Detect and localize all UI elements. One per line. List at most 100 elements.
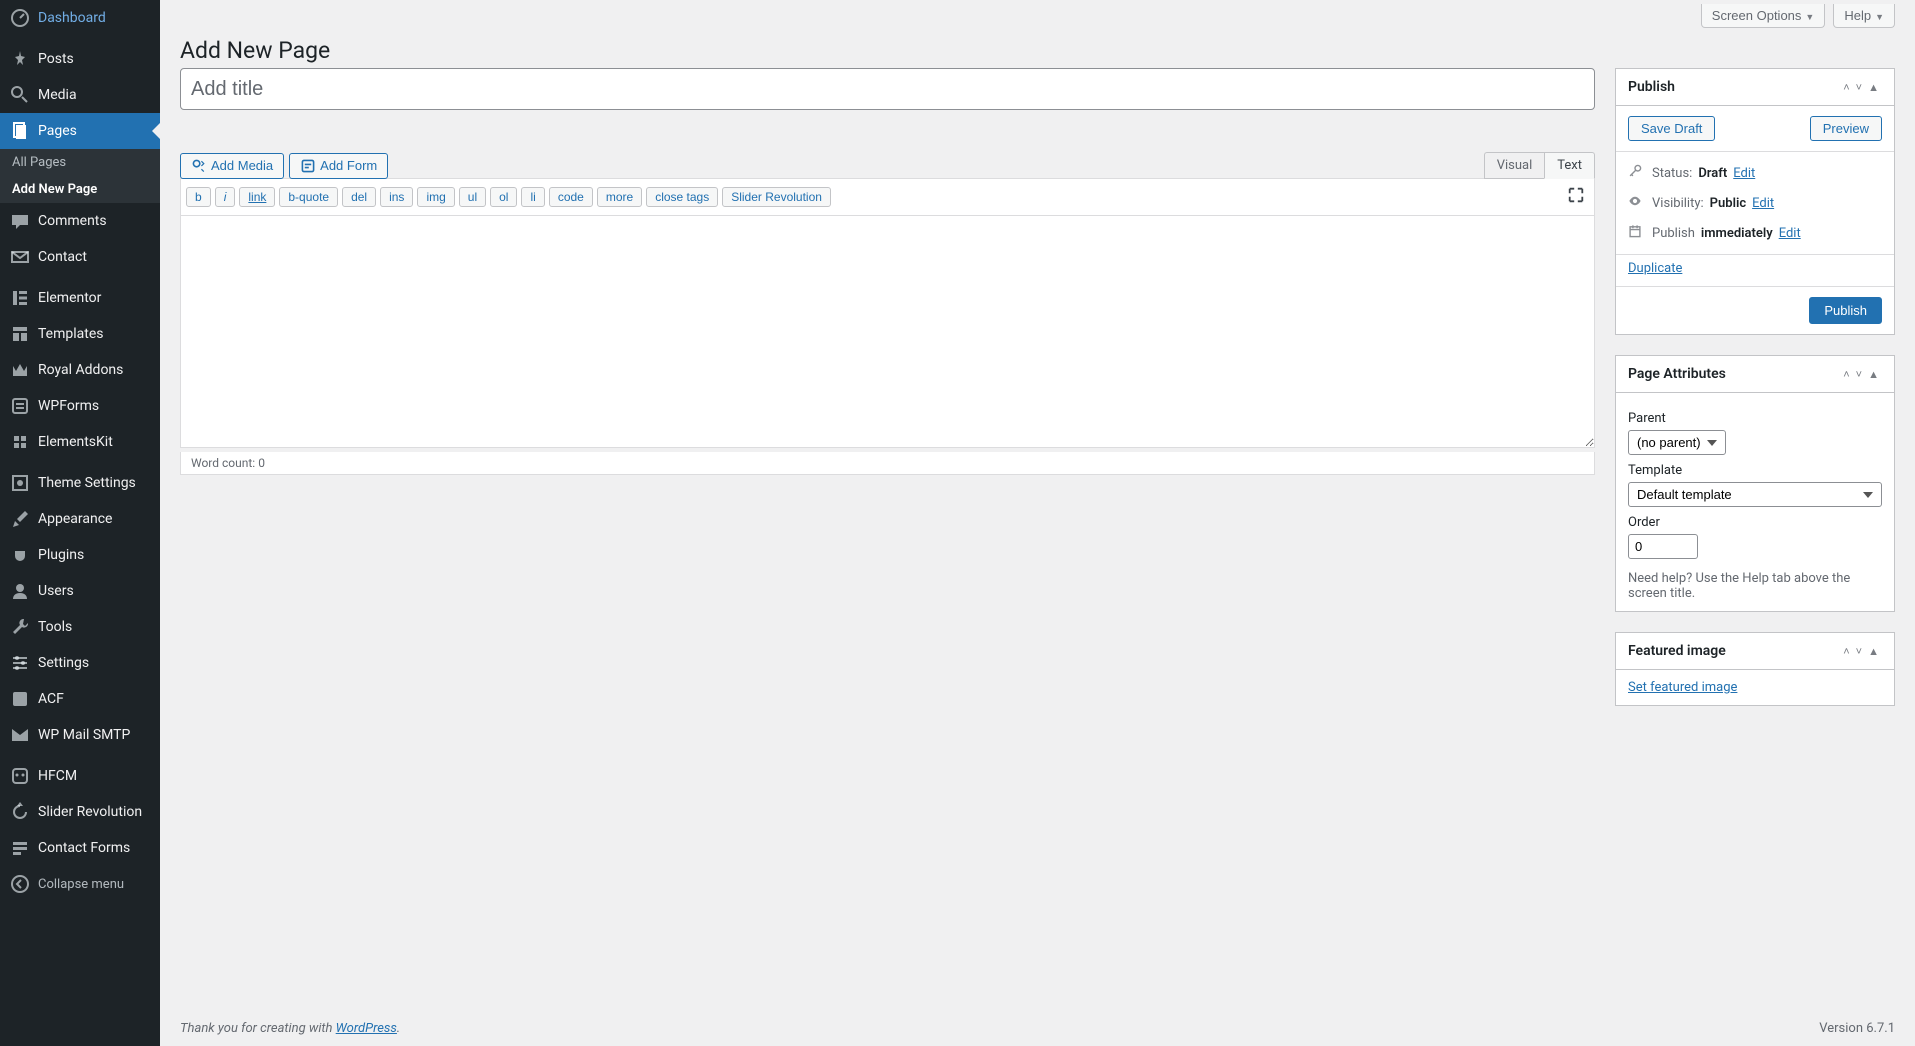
sidebar-item-wp-mail-smtp[interactable]: WP Mail SMTP [0, 717, 160, 753]
editor-tab-visual[interactable]: Visual [1484, 152, 1545, 179]
publish-date-value: immediately [1701, 226, 1773, 241]
sidebar-collapse[interactable]: Collapse menu [0, 866, 160, 902]
sidebar-sub-add-new-page[interactable]: Add New Page [0, 176, 160, 203]
qt-close-tags[interactable]: close tags [646, 187, 718, 207]
screen-options-button[interactable]: Screen Options▼ [1701, 4, 1826, 28]
sidebar-item-theme-settings[interactable]: Theme Settings [0, 465, 160, 501]
page-attributes-metabox: Page Attributes ˄ ˅ ▲ Parent (no parent)… [1615, 355, 1895, 612]
add-form-button[interactable]: Add Form [289, 153, 388, 179]
sliders-icon [10, 653, 30, 673]
chevron-down-icon: ▼ [1805, 12, 1814, 22]
sidebar-label: Plugins [38, 547, 84, 563]
qt-link[interactable]: link [239, 187, 275, 207]
metabox-up-icon[interactable]: ˄ [1840, 368, 1852, 381]
sidebar-label: Royal Addons [38, 362, 123, 378]
metabox-up-icon[interactable]: ˄ [1840, 81, 1852, 94]
publish-button[interactable]: Publish [1809, 297, 1882, 324]
help-button[interactable]: Help▼ [1833, 4, 1895, 28]
key-icon [1628, 164, 1646, 182]
sidebar-label: Templates [38, 326, 104, 342]
qt-bquote[interactable]: b-quote [279, 187, 338, 207]
visibility-value: Public [1710, 196, 1746, 211]
sidebar-item-hfcm[interactable]: HFCM [0, 758, 160, 794]
royal-icon [10, 360, 30, 380]
qt-italic[interactable]: i [215, 187, 236, 207]
qt-more[interactable]: more [597, 187, 642, 207]
metabox-up-icon[interactable]: ˄ [1840, 645, 1852, 658]
sidebar-item-posts[interactable]: Posts [0, 41, 160, 77]
publish-date-edit-link[interactable]: Edit [1779, 226, 1801, 241]
sidebar-item-tools[interactable]: Tools [0, 609, 160, 645]
chevron-down-icon: ▼ [1875, 12, 1884, 22]
word-count-label: Word count: [191, 456, 258, 470]
topbar: Screen Options▼ Help▼ [160, 0, 1915, 28]
content-textarea[interactable] [180, 216, 1595, 448]
theme-icon [10, 473, 30, 493]
page-title: Add New Page [160, 28, 1915, 68]
fullscreen-icon [1567, 186, 1585, 204]
metabox-toggle-icon[interactable]: ▲ [1865, 368, 1882, 381]
metabox-down-icon[interactable]: ˅ [1853, 368, 1865, 381]
duplicate-link[interactable]: Duplicate [1628, 261, 1682, 276]
sidebar-label: Settings [38, 655, 89, 671]
footer-wordpress-link[interactable]: WordPress [336, 1021, 397, 1036]
sidebar-item-slider-revolution[interactable]: Slider Revolution [0, 794, 160, 830]
status-label: Status: [1652, 166, 1692, 181]
elementor-icon [10, 288, 30, 308]
qt-del[interactable]: del [342, 187, 376, 207]
sidebar-item-settings[interactable]: Settings [0, 645, 160, 681]
sidebar-item-templates[interactable]: Templates [0, 316, 160, 352]
visibility-edit-link[interactable]: Edit [1752, 196, 1774, 211]
pages-icon [10, 121, 30, 141]
qt-slider-revolution[interactable]: Slider Revolution [722, 187, 831, 207]
sidebar-item-contact[interactable]: Contact [0, 239, 160, 275]
post-title-input[interactable] [180, 68, 1595, 110]
qt-ol[interactable]: ol [490, 187, 517, 207]
sidebar-sub-all-pages[interactable]: All Pages [0, 149, 160, 176]
sidebar-item-elementskit[interactable]: ElementsKit [0, 424, 160, 460]
metabox-down-icon[interactable]: ˅ [1853, 645, 1865, 658]
brush-icon [10, 509, 30, 529]
sidebar-collapse-label: Collapse menu [38, 877, 124, 892]
sidebar-item-media[interactable]: Media [0, 77, 160, 113]
editor-footer: Word count: 0 [180, 452, 1595, 475]
sidebar-item-users[interactable]: Users [0, 573, 160, 609]
sidebar-item-wpforms[interactable]: WPForms [0, 388, 160, 424]
sidebar-item-plugins[interactable]: Plugins [0, 537, 160, 573]
qt-img[interactable]: img [417, 187, 454, 207]
parent-select[interactable]: (no parent) [1628, 430, 1726, 455]
add-media-button[interactable]: Add Media [180, 153, 284, 179]
qt-ins[interactable]: ins [380, 187, 413, 207]
plugin-icon [10, 545, 30, 565]
qt-ul[interactable]: ul [459, 187, 486, 207]
sidebar-item-acf[interactable]: ACF [0, 681, 160, 717]
editor-tab-text[interactable]: Text [1544, 152, 1595, 179]
qt-code[interactable]: code [549, 187, 593, 207]
word-count-value: 0 [258, 456, 265, 470]
attributes-title: Page Attributes [1628, 366, 1840, 382]
metabox-down-icon[interactable]: ˅ [1853, 81, 1865, 94]
template-label: Template [1628, 463, 1882, 478]
sidebar-label: HFCM [38, 768, 77, 784]
fullscreen-button[interactable] [1563, 184, 1589, 210]
form-icon [300, 158, 316, 174]
sidebar-item-pages[interactable]: Pages [0, 113, 160, 149]
sidebar-item-comments[interactable]: Comments [0, 203, 160, 239]
set-featured-image-link[interactable]: Set featured image [1628, 680, 1737, 695]
revslider-icon [10, 802, 30, 822]
sidebar-item-elementor[interactable]: Elementor [0, 280, 160, 316]
save-draft-button[interactable]: Save Draft [1628, 116, 1715, 141]
sidebar-item-contact-forms[interactable]: Contact Forms [0, 830, 160, 866]
qt-li[interactable]: li [521, 187, 544, 207]
metabox-toggle-icon[interactable]: ▲ [1865, 81, 1882, 94]
sidebar-item-appearance[interactable]: Appearance [0, 501, 160, 537]
sidebar-item-royal-addons[interactable]: Royal Addons [0, 352, 160, 388]
status-edit-link[interactable]: Edit [1733, 166, 1755, 181]
preview-button[interactable]: Preview [1810, 116, 1882, 141]
metabox-toggle-icon[interactable]: ▲ [1865, 645, 1882, 658]
order-input[interactable] [1628, 534, 1698, 559]
template-select[interactable]: Default template [1628, 482, 1882, 507]
sidebar-label: Slider Revolution [38, 804, 142, 820]
sidebar-item-dashboard[interactable]: Dashboard [0, 0, 160, 36]
qt-bold[interactable]: b [186, 187, 211, 207]
